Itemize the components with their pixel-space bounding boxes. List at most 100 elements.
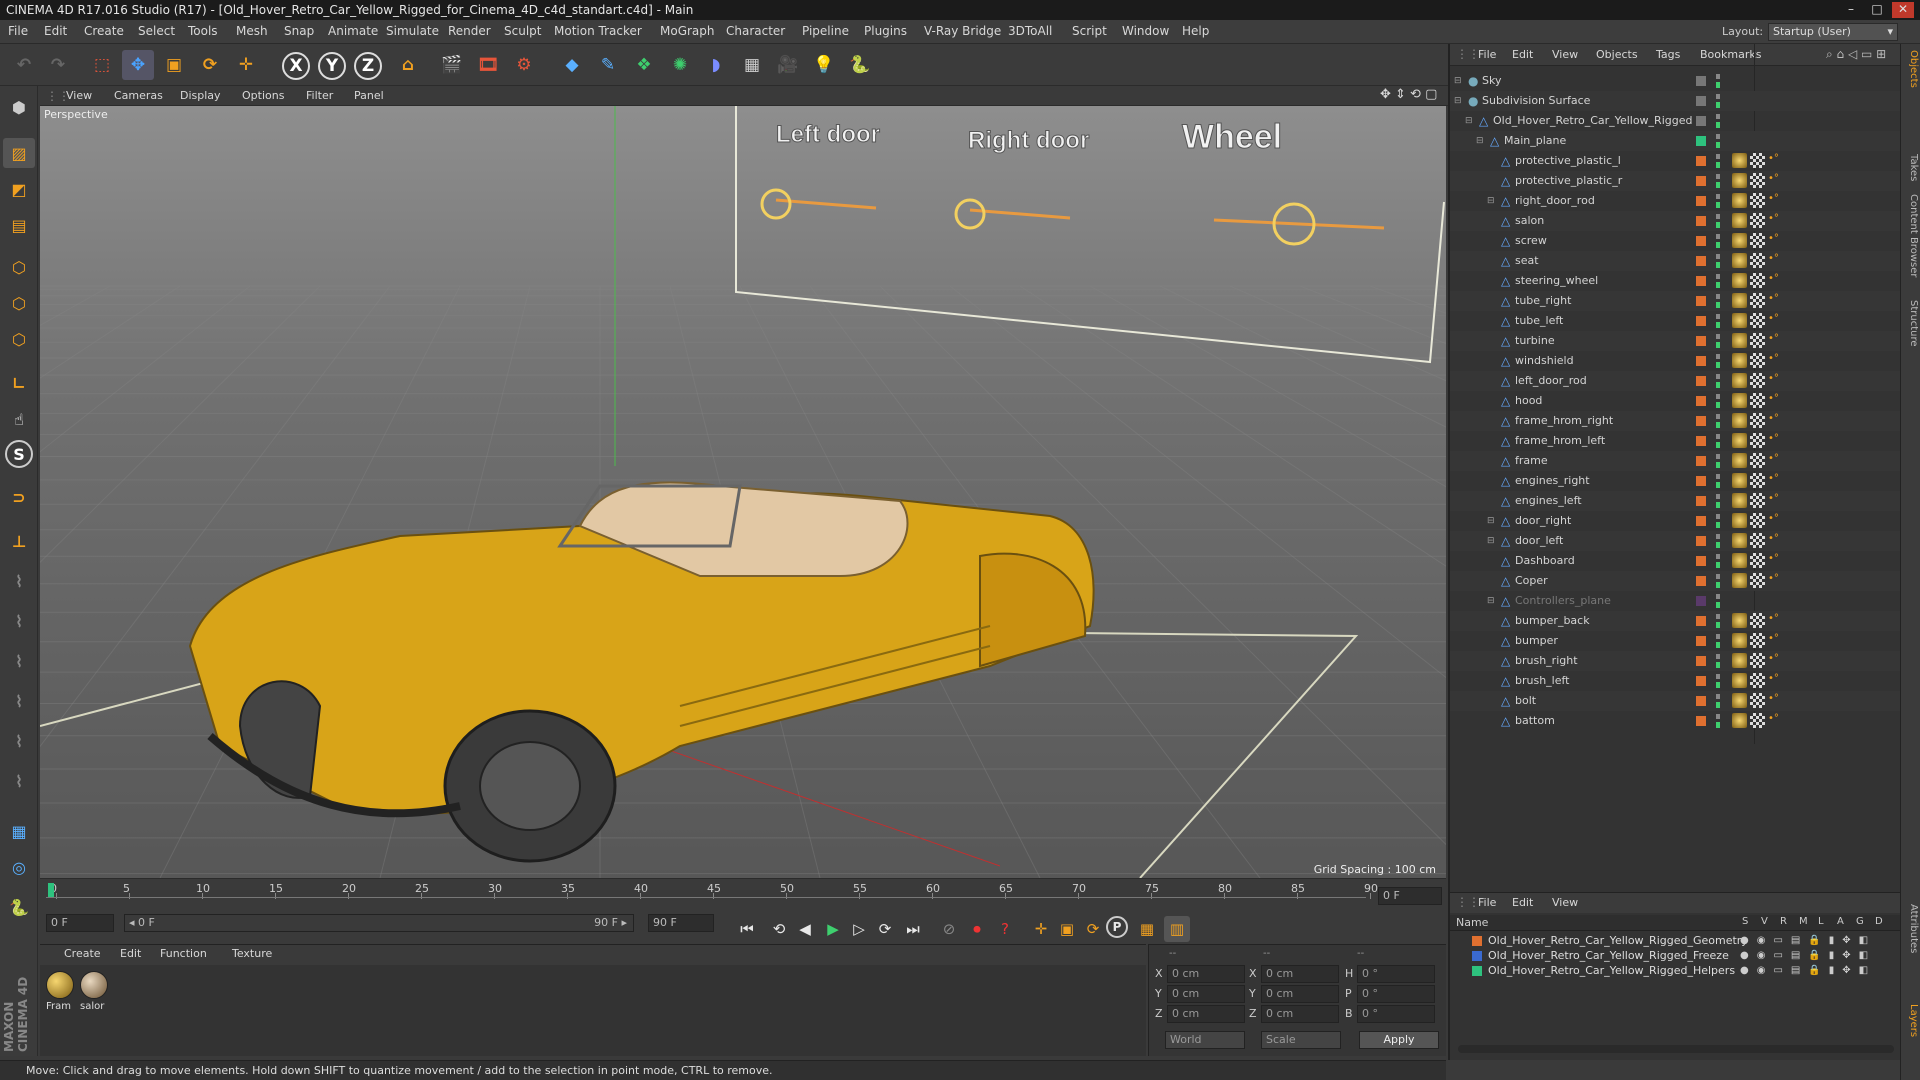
layer-color-swatch[interactable]	[1696, 416, 1706, 426]
deformer-icon[interactable]: ◗	[700, 50, 732, 80]
render-view-icon[interactable]: 🎬	[436, 50, 468, 80]
object-row[interactable]: △ screw •°	[1450, 231, 1900, 251]
polygons-mode-icon[interactable]: ⬡	[3, 324, 35, 354]
layer-color-swatch[interactable]	[1696, 336, 1706, 346]
menu-pipeline[interactable]: Pipeline	[802, 24, 849, 38]
texture-tag-icon[interactable]	[1732, 433, 1747, 448]
layer-menu-edit[interactable]: Edit	[1512, 896, 1533, 909]
texture-tag-icon[interactable]	[1732, 533, 1747, 548]
next-key-icon[interactable]: ⟳	[872, 916, 898, 942]
selection-tag-icon[interactable]: •°	[1768, 553, 1783, 568]
key-point-level-icon[interactable]: ▦	[1134, 916, 1160, 942]
floor-icon[interactable]: ▦	[736, 50, 768, 80]
magnet-icon[interactable]: ⊃	[3, 482, 35, 512]
python-icon[interactable]: 🐍	[844, 50, 876, 80]
object-menu-objects[interactable]: Objects	[1596, 48, 1638, 61]
selection-tag-icon[interactable]: •°	[1768, 493, 1783, 508]
expand-toggle-icon[interactable]: ⊟	[1487, 511, 1495, 531]
object-row[interactable]: ⊟ ● Sky	[1450, 71, 1900, 91]
selection-tag-icon[interactable]: •°	[1768, 153, 1783, 168]
texture-tag-icon[interactable]	[1732, 253, 1747, 268]
scale-select[interactable]: Scale	[1261, 1031, 1341, 1049]
layer-color-swatch[interactable]	[1696, 276, 1706, 286]
frame-range-slider[interactable]: ◂ 0 F 90 F ▸	[124, 914, 634, 932]
selection-tag-icon[interactable]: •°	[1768, 573, 1783, 588]
maximize-button[interactable]: □	[1866, 2, 1888, 18]
layer-color-swatch[interactable]	[1472, 951, 1482, 961]
menu-help[interactable]: Help	[1182, 24, 1209, 38]
grid-tool-icon[interactable]: ▦	[3, 816, 35, 846]
material-swatch[interactable]: Fram	[46, 971, 76, 1015]
layer-color-swatch[interactable]	[1696, 436, 1706, 446]
coord-value-field[interactable]: 0 cm	[1261, 965, 1339, 983]
subdivision-surface-icon[interactable]: ❖	[628, 50, 660, 80]
layer-color-swatch[interactable]	[1696, 116, 1706, 126]
autokey-icon[interactable]: ?	[992, 916, 1018, 942]
object-row[interactable]: △ frame_hrom_right •°	[1450, 411, 1900, 431]
object-row[interactable]: △ brush_right •°	[1450, 651, 1900, 671]
texture-tag-icon[interactable]	[1732, 673, 1747, 688]
selection-tag-icon[interactable]: •°	[1768, 413, 1783, 428]
object-search-icons[interactable]: ⌕ ⌂ ◁ ▭ ⊞	[1826, 47, 1886, 62]
menu-file[interactable]: File	[8, 24, 28, 38]
brush-icon-2[interactable]: ⌇	[3, 606, 35, 636]
layer-toggle-icons[interactable]: ●◉▭▤🔒▮✥◧	[1740, 948, 1876, 963]
tweak-icon[interactable]: ☝	[3, 404, 35, 434]
viewport-menu-display[interactable]: Display	[180, 89, 221, 102]
camera-icon[interactable]: 🎥	[772, 50, 804, 80]
x-axis-toggle[interactable]: X	[282, 52, 310, 80]
y-axis-toggle[interactable]: Y	[318, 52, 346, 80]
object-row[interactable]: △ frame_hrom_left •°	[1450, 431, 1900, 451]
visibility-dots-icon[interactable]	[1716, 154, 1720, 168]
uv-tag-icon[interactable]	[1750, 373, 1765, 388]
object-row[interactable]: ⊟ △ right_door_rod •°	[1450, 191, 1900, 211]
layer-color-swatch[interactable]	[1472, 936, 1482, 946]
layer-color-swatch[interactable]	[1696, 696, 1706, 706]
side-tab-attributes[interactable]: Attributes	[1903, 904, 1919, 953]
material-menu-function[interactable]: Function	[160, 947, 207, 960]
move-tool-icon[interactable]: ✥	[122, 50, 154, 80]
object-row[interactable]: △ salon •°	[1450, 211, 1900, 231]
texture-mode-icon[interactable]: ◩	[3, 174, 35, 204]
texture-tag-icon[interactable]	[1732, 333, 1747, 348]
brush-icon-6[interactable]: ⌇	[3, 766, 35, 796]
timeline-window-icon[interactable]: ▥	[1164, 916, 1190, 942]
selection-tag-icon[interactable]: •°	[1768, 653, 1783, 668]
object-row[interactable]: △ Dashboard •°	[1450, 551, 1900, 571]
scale-tool-icon[interactable]: ▣	[158, 50, 190, 80]
layer-color-swatch[interactable]	[1696, 296, 1706, 306]
controller-slider-2[interactable]	[1213, 218, 1385, 230]
uv-tag-icon[interactable]	[1750, 473, 1765, 488]
close-button[interactable]: ✕	[1892, 2, 1914, 18]
key-scale-icon[interactable]: ▣	[1054, 916, 1080, 942]
visibility-dots-icon[interactable]	[1716, 454, 1720, 468]
texture-tag-icon[interactable]	[1732, 513, 1747, 528]
uv-tag-icon[interactable]	[1750, 573, 1765, 588]
texture-tag-icon[interactable]	[1732, 473, 1747, 488]
selection-tag-icon[interactable]: •°	[1768, 253, 1783, 268]
object-row[interactable]: △ hood •°	[1450, 391, 1900, 411]
expand-toggle-icon[interactable]: ⊟	[1454, 71, 1462, 91]
menu-edit[interactable]: Edit	[44, 24, 67, 38]
texture-tag-icon[interactable]	[1732, 633, 1747, 648]
workplane-axis-icon[interactable]: ⊥	[3, 526, 35, 556]
visibility-dots-icon[interactable]	[1716, 394, 1720, 408]
object-row[interactable]: △ Coper •°	[1450, 571, 1900, 591]
object-row[interactable]: △ left_door_rod •°	[1450, 371, 1900, 391]
render-settings-icon[interactable]: ⚙	[508, 50, 540, 80]
max-frame-field[interactable]: 90 F	[648, 914, 714, 932]
texture-tag-icon[interactable]	[1732, 233, 1747, 248]
visibility-dots-icon[interactable]	[1716, 294, 1720, 308]
transform-tool-icon[interactable]: ✛	[230, 50, 262, 80]
selection-tag-icon[interactable]: •°	[1768, 513, 1783, 528]
playhead-marker[interactable]	[48, 883, 54, 897]
coordinate-system-icon[interactable]: ⌂	[392, 50, 424, 80]
layer-menu-view[interactable]: View	[1552, 896, 1578, 909]
menu-simulate[interactable]: Simulate	[386, 24, 439, 38]
menu-plugins[interactable]: Plugins	[864, 24, 907, 38]
selection-tag-icon[interactable]: •°	[1768, 673, 1783, 688]
visibility-dots-icon[interactable]	[1716, 374, 1720, 388]
selection-tag-icon[interactable]: •°	[1768, 713, 1783, 728]
visibility-dots-icon[interactable]	[1716, 674, 1720, 688]
layer-color-swatch[interactable]	[1696, 396, 1706, 406]
